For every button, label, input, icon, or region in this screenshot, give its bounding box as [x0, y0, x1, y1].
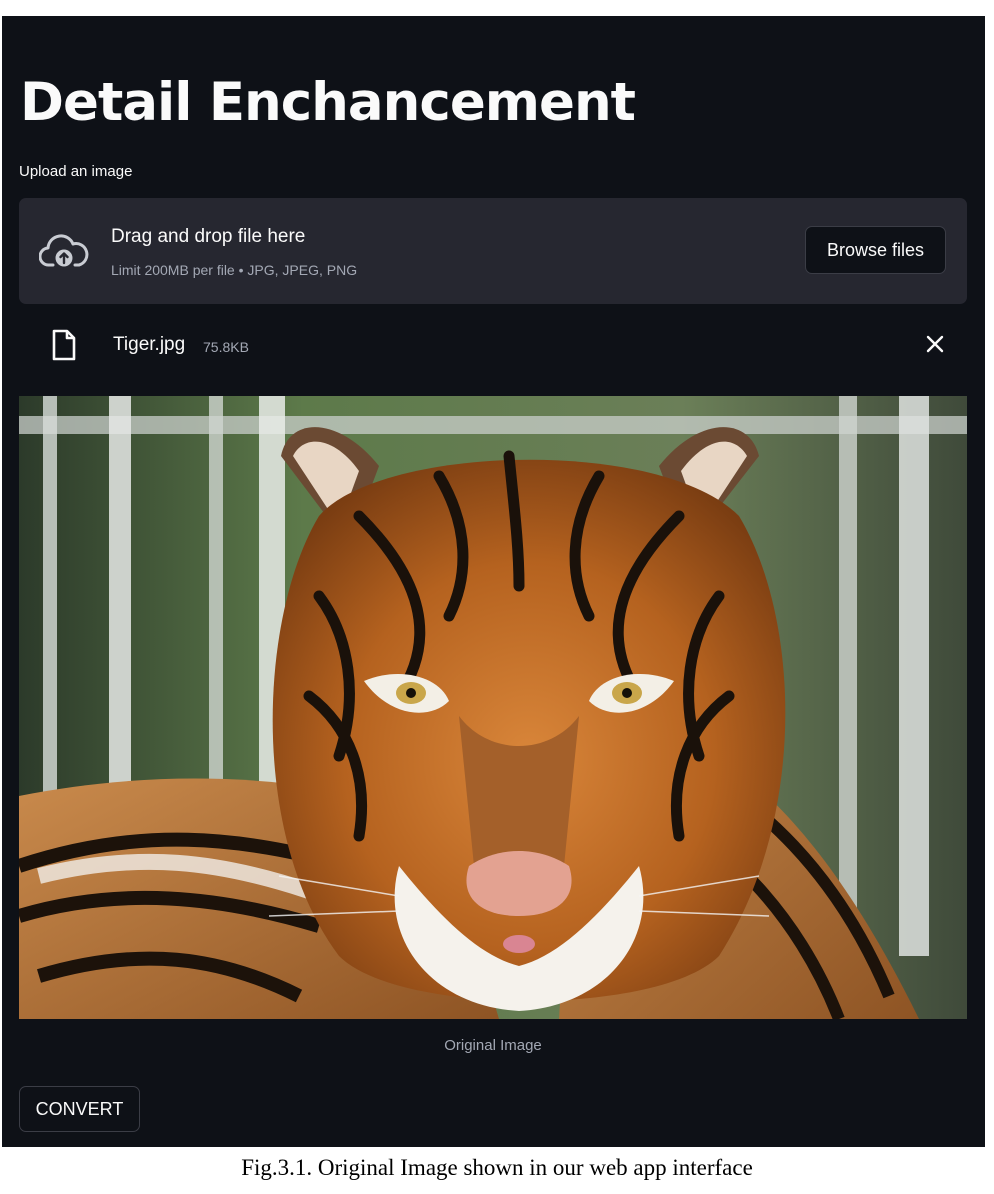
- remove-file-button[interactable]: [921, 330, 949, 358]
- page-title: Detail Enchancement: [20, 72, 636, 133]
- figure-caption: Fig.3.1. Original Image shown in our web…: [241, 1155, 753, 1180]
- uploaded-file-row: Tiger.jpg 75.8KB: [19, 320, 967, 366]
- cloud-upload-icon: [39, 234, 89, 267]
- file-size: 75.8KB: [203, 339, 249, 355]
- app-window: Detail Enchancement Upload an image Drag…: [2, 16, 985, 1147]
- file-icon: [52, 329, 76, 361]
- browse-files-button[interactable]: Browse files: [805, 226, 946, 274]
- file-dropzone[interactable]: Drag and drop file here Limit 200MB per …: [19, 198, 967, 304]
- dropzone-limit-text: Limit 200MB per file • JPG, JPEG, PNG: [111, 262, 358, 278]
- dropzone-title: Drag and drop file here: [111, 226, 306, 247]
- convert-button[interactable]: CONVERT: [19, 1086, 140, 1132]
- tiger-image: [19, 396, 967, 1019]
- upload-label: Upload an image: [19, 163, 133, 180]
- image-caption: Original Image: [444, 1037, 542, 1054]
- file-name: Tiger.jpg: [113, 334, 186, 355]
- uploaded-image: [19, 396, 967, 1019]
- close-icon: [926, 335, 944, 353]
